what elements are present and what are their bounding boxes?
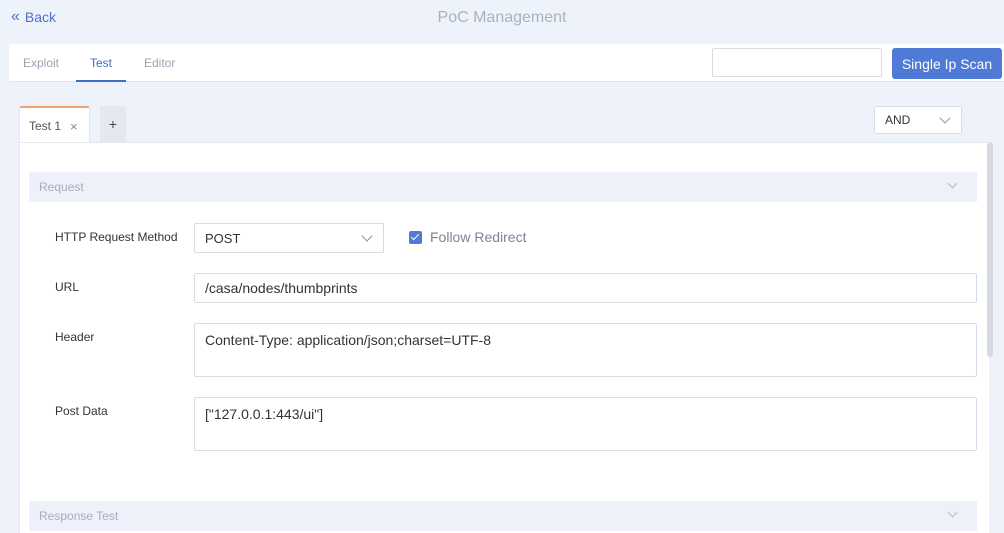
chevron-down-icon: [947, 507, 958, 518]
header-textarea[interactable]: Content-Type: application/json;charset=U…: [194, 323, 977, 377]
tab-test[interactable]: Test: [90, 56, 112, 70]
close-icon[interactable]: ×: [70, 119, 78, 134]
vertical-scrollbar[interactable]: [987, 142, 993, 357]
http-method-label: HTTP Request Method: [55, 230, 178, 244]
url-input[interactable]: /casa/nodes/thumbprints: [194, 273, 977, 303]
chevron-down-icon: [939, 112, 951, 124]
logic-operator-select[interactable]: AND: [874, 106, 962, 134]
top-bar: « Back PoC Management: [0, 0, 1004, 36]
add-test-button[interactable]: +: [100, 106, 126, 142]
chevron-down-icon: [947, 178, 958, 189]
single-ip-scan-button[interactable]: Single Ip Scan: [892, 48, 1002, 79]
tab-editor[interactable]: Editor: [144, 56, 175, 70]
test-tab-label: Test 1: [29, 119, 62, 133]
post-data-label: Post Data: [55, 404, 108, 418]
chevron-down-icon: [361, 230, 373, 242]
response-test-section-title: Response Test: [39, 509, 119, 523]
post-data-textarea[interactable]: ["127.0.0.1:443/ui"]: [194, 397, 977, 451]
tab-exploit[interactable]: Exploit: [23, 56, 59, 70]
request-section-title: Request: [39, 180, 84, 194]
response-test-section-header[interactable]: Response Test: [29, 501, 977, 531]
header-label: Header: [55, 330, 95, 344]
tab-test-1[interactable]: Test 1 ×: [19, 106, 90, 142]
http-method-select[interactable]: POST: [194, 223, 384, 253]
logic-operator-value: AND: [885, 113, 911, 127]
url-label: URL: [55, 280, 80, 294]
http-method-value: POST: [205, 231, 241, 246]
follow-redirect-checkbox[interactable]: [409, 231, 422, 244]
request-section-header[interactable]: Request: [29, 172, 977, 202]
main-tab-bar: Exploit Test Editor Single Ip Scan: [9, 44, 1004, 82]
page-title: PoC Management: [437, 9, 567, 26]
active-tab-indicator: [76, 80, 126, 82]
ip-input[interactable]: [712, 48, 882, 77]
follow-redirect-label: Follow Redirect: [430, 229, 527, 245]
